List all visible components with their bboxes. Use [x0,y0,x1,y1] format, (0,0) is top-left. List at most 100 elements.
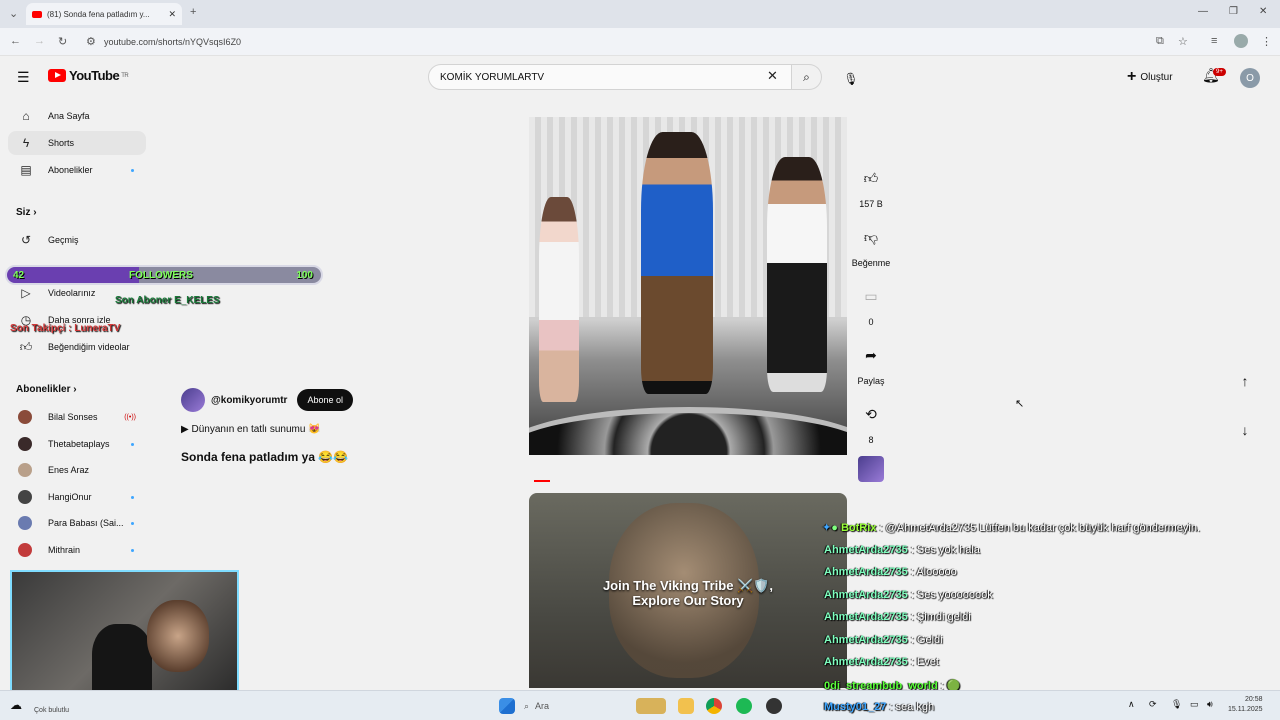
youtube-logo[interactable]: YouTube TR [48,68,129,83]
tab-search-icon[interactable]: ⌄ [9,7,18,20]
tray-network-icon[interactable]: ▭ [1190,699,1199,710]
liked-icon: 👍︎ [19,339,33,354]
thumbs-down-icon: 👎︎ [863,228,879,245]
site-info-icon[interactable]: ⚙ [86,35,96,48]
sidebar-channel[interactable]: Thetabetaplays [8,432,146,456]
search-input[interactable]: KOMİK YORUMLARTV [428,64,792,90]
search-button[interactable]: ⌕ [792,64,822,90]
history-icon: ↺ [20,233,32,247]
channel-avatar[interactable] [181,388,205,412]
mouse-cursor-icon: ↖ [1015,398,1025,410]
dislike-button[interactable]: 👎︎ Beğenme [851,219,891,269]
sidebar-item-history[interactable]: ↺ Geçmiş [8,228,146,252]
share-button[interactable]: ➦ Paylaş [851,337,891,387]
close-tab-icon[interactable]: ✕ [168,9,176,20]
sidebar-item-subscriptions[interactable]: ▤ Abonelikler [8,158,146,182]
you-section-heading[interactable]: Siz › [16,207,37,218]
video-progress-bar[interactable] [534,480,550,482]
window-close-icon[interactable]: ✕ [1259,6,1267,17]
sidebar-item-shorts[interactable]: ϟ Shorts [8,131,146,155]
chat-username: AhmetArda2735 [824,566,908,578]
tray-volume-icon[interactable]: 🔊︎ [1207,699,1213,710]
url-field[interactable]: youtube.com/shorts/nYQVsqsI6Z0 [104,37,241,47]
cast-icon[interactable]: ⧉ [1156,35,1164,48]
follower-count: 42 [13,270,25,281]
short-channel-row: @komikyorumtr Abone ol [181,388,353,412]
sidebar-channel[interactable]: HangiOnur [8,485,146,509]
taskbar-search[interactable]: ⌕ Ara [524,697,624,715]
tray-mic-icon[interactable]: 🎙 [1171,699,1182,710]
minimize-icon[interactable]: — [1198,6,1208,17]
sidebar-channel[interactable]: Enes Araz [8,458,146,482]
chrome-icon[interactable] [706,698,722,714]
chat-username: AhmetArda2735 [824,634,908,646]
chat-message: AhmetArda2735 : Evet [824,656,939,668]
comment-icon: ▭ [864,287,878,304]
chat-message: AhmetArda2735 : Ses yok hala [824,544,980,556]
create-button[interactable]: + Oluştur [1127,68,1173,86]
clear-search-icon[interactable]: ✕ [767,68,778,84]
short-description[interactable]: ▶ Dünyanın en tatlı sunumu 😻 [181,424,321,435]
channel-avatar [18,437,32,451]
account-avatar[interactable]: O [1240,68,1260,88]
caption-line-2: Explore Our Story [632,593,744,608]
like-button[interactable]: 👍︎ 157 B [851,160,891,210]
sidebar-item-home[interactable]: ⌂ Ana Sayfa [8,104,146,128]
profile-icon[interactable] [1234,34,1248,48]
sidebar-item-liked-videos[interactable]: 👍︎ Beğendiğim videolar [8,335,146,359]
channel-thumbnail[interactable] [858,456,884,482]
back-icon[interactable]: ← [10,35,21,47]
tray-sync-icon[interactable]: ⟳ [1149,699,1157,710]
comments-button[interactable]: ▭ 0 [851,278,891,328]
verified-badge-icon: ● [831,522,838,534]
like-count: 157 B [859,199,883,209]
sidebar-channel[interactable]: Mithrain [8,538,146,562]
share-label: Paylaş [857,376,885,386]
sidebar-item-label: Ana Sayfa [48,111,90,121]
previous-short-arrow-icon[interactable]: ↑ [1232,368,1258,394]
obs-icon[interactable] [766,698,782,714]
browser-tab[interactable]: (81) Sonda fena patladım y... ✕ [26,3,182,25]
sidebar-channel[interactable]: Para Babası (Sai... [8,511,146,535]
next-short-arrow-icon[interactable]: ↓ [1232,417,1258,443]
tray-chevron-icon[interactable]: ∧ [1128,699,1135,710]
short-video-player[interactable] [529,117,847,455]
media-icon[interactable]: ≡ [1211,35,1217,47]
chat-username: Musty01_27 [824,701,887,713]
taskbar-clock[interactable]: 20:58 15.11.2025 [1228,695,1263,715]
tab-title: (81) Sonda fena patladım y... [47,9,150,19]
hamburger-menu-icon[interactable]: ☰ [17,69,30,86]
streamer-webcam [10,570,239,698]
spotify-icon[interactable] [736,698,752,714]
next-short-preview[interactable]: Join The Viking Tribe ⚔️🛡️, Explore Our … [529,493,847,688]
chat-username: AhmetArda2735 [824,611,908,623]
address-bar: ← → ↻ ⚙ youtube.com/shorts/nYQVsqsI6Z0 ⧉… [0,28,1280,56]
plus-icon: + [1127,68,1137,85]
last-subscriber-text: Son Aboner E_KELES [115,295,220,306]
subscribe-button[interactable]: Abone ol [297,389,353,411]
search-icon: ⌕ [524,700,530,711]
browser-menu-icon[interactable]: ⋮ [1261,35,1272,48]
forward-icon[interactable]: → [34,35,45,47]
dislike-label: Beğenme [851,258,891,268]
new-tab-icon[interactable]: + [190,6,196,18]
widgets-icon[interactable] [636,698,666,714]
sidebar-channel[interactable]: Bilal Sonses ((•)) [8,405,146,429]
weather-text: Çok bulutlu [34,707,70,714]
notification-badge: 9+ [1213,68,1226,76]
restore-icon[interactable]: ❐ [1229,6,1238,17]
follower-goal-label: FOLLOWERS [129,270,193,281]
bookmark-star-icon[interactable]: ☆ [1178,35,1188,48]
child-right [767,157,827,392]
file-explorer-icon[interactable] [678,698,694,714]
subscriptions-section-heading[interactable]: Abonelikler › [16,384,77,395]
windows-start-icon[interactable] [499,698,515,714]
channel-handle[interactable]: @komikyorumtr [211,395,287,406]
chat-message: AhmetArda2735 : Alooooo [824,566,957,578]
reload-icon[interactable]: ↻ [58,35,67,48]
subs-heading-label: Abonelikler [16,384,71,395]
remix-button[interactable]: ⟲ 8 [851,396,891,446]
voice-search-icon[interactable]: 🎙 [840,68,862,90]
browser-tab-bar: ⌄ (81) Sonda fena patladım y... ✕ + — ❐ … [0,0,1280,28]
channel-avatar [18,516,32,530]
